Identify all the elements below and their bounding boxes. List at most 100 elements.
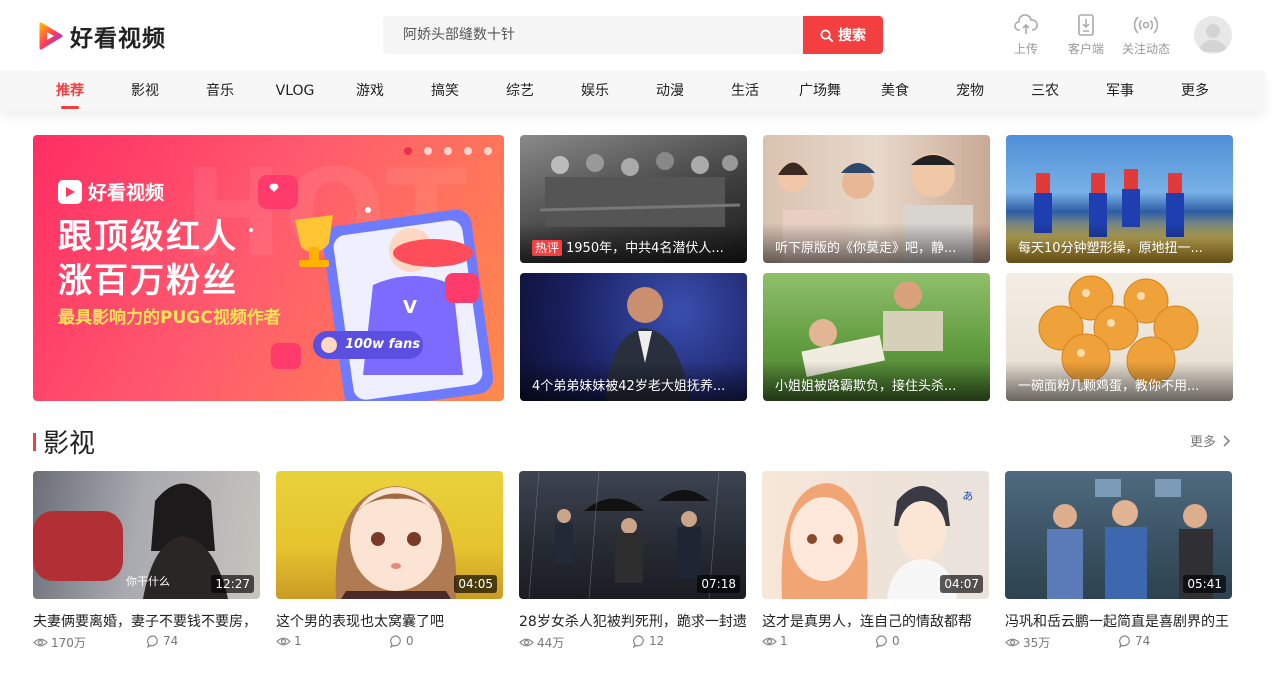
nav-item-entertainment[interactable]: 娱乐 xyxy=(565,71,625,111)
comment-count: 0 xyxy=(390,634,414,648)
nav-item-more[interactable]: 更多 xyxy=(1165,71,1225,111)
video-title[interactable]: 这个男的表现也太窝囊了吧 xyxy=(276,611,503,631)
featured-video-card[interactable]: 听下原版的《你莫走》吧，静... xyxy=(763,135,990,263)
video-title[interactable]: 28岁女杀人犯被判死刑，跪求一封遗 xyxy=(519,611,746,631)
duration-badge: 04:07 xyxy=(940,575,983,593)
featured-title: 4个弟弟妹妹被42岁老大姐抚养... xyxy=(532,379,726,394)
view-count: 1 xyxy=(276,634,302,648)
upload-label: 上传 xyxy=(1013,42,1038,56)
view-count-value: 1 xyxy=(294,634,302,648)
featured-video-card[interactable]: 一碗面粉几颗鸡蛋，教你不用... xyxy=(1006,273,1233,401)
default-user-icon xyxy=(1199,24,1227,52)
view-count-value: 1 xyxy=(780,634,788,648)
search-input[interactable] xyxy=(383,16,803,54)
banner-headline: 跟顶级红人 涨百万粉丝 xyxy=(58,215,238,303)
comment-count: 0 xyxy=(876,634,900,648)
featured-caption: 4个弟弟妹妹被42岁老大姐抚养... xyxy=(520,361,747,401)
comment-icon xyxy=(1119,634,1130,648)
nav-item-pets[interactable]: 宠物 xyxy=(940,71,1000,111)
client-label: 客户端 xyxy=(1067,42,1104,56)
view-count: 170万 xyxy=(33,634,86,651)
video-card[interactable]: 你干什么 12:27 夫妻俩要离婚，妻子不要钱不要房， 170万 74 xyxy=(33,471,260,652)
duration-badge: 04:05 xyxy=(454,575,497,593)
logo-text: 好看视频 xyxy=(70,26,166,52)
banner-headline-line-2: 涨百万粉丝 xyxy=(58,261,238,301)
nav-item-vlog[interactable]: VLOG xyxy=(265,71,325,111)
featured-title: 每天10分钟塑形操，原地扭一... xyxy=(1018,241,1203,256)
featured-video-card[interactable]: 小姐姐被路霸欺负，接住头杀... xyxy=(763,273,990,401)
featured-video-card[interactable]: 4个弟弟妹妹被42岁老大姐抚养... xyxy=(520,273,747,401)
comment-icon xyxy=(633,634,644,648)
upload-button[interactable]: 上传 xyxy=(996,14,1056,57)
nav-item-food[interactable]: 美食 xyxy=(865,71,925,111)
video-thumbnail[interactable]: 04:05 xyxy=(276,471,503,599)
search-bar: 搜索 xyxy=(383,16,883,54)
video-card[interactable]: 05:41 冯巩和岳云鹏一起简直是喜剧界的王 35万 74 xyxy=(1005,471,1232,652)
nav-item-variety[interactable]: 综艺 xyxy=(490,71,550,111)
chevron-right-icon xyxy=(1223,435,1231,447)
video-card[interactable]: 04:05 这个男的表现也太窝囊了吧 1 0 xyxy=(276,471,503,652)
promo-banner[interactable]: HOT V 好看视频 跟顶级红人 涨百万粉丝 最具影响力的PUGC视频作者 10… xyxy=(33,135,504,401)
nav-item-square-dance[interactable]: 广场舞 xyxy=(790,71,850,111)
search-button[interactable]: 搜索 xyxy=(803,16,883,54)
video-subtitle: 你干什么 xyxy=(126,575,170,588)
top-header: 好看视频 搜索 上传 客户端 关注动态 xyxy=(0,0,1282,70)
nav-item-funny[interactable]: 搞笑 xyxy=(415,71,475,111)
play-logo-icon xyxy=(58,179,82,204)
nav-item-music[interactable]: 音乐 xyxy=(190,71,250,111)
search-button-label: 搜索 xyxy=(838,28,866,44)
nav-item-life[interactable]: 生活 xyxy=(715,71,775,111)
comment-count-value: 74 xyxy=(1135,634,1151,648)
video-title[interactable]: 冯巩和岳云鹏一起简直是喜剧界的王 xyxy=(1005,611,1232,631)
broadcast-icon xyxy=(1134,16,1158,34)
video-thumbnail[interactable]: あ 04:07 xyxy=(762,471,989,599)
featured-video-card[interactable]: 每天10分钟塑形操，原地扭一... xyxy=(1006,135,1233,263)
comment-count-value: 12 xyxy=(649,634,665,648)
video-title[interactable]: 夫妻俩要离婚，妻子不要钱不要房， xyxy=(33,611,260,631)
eye-icon xyxy=(762,637,777,645)
view-count-value: 44万 xyxy=(537,636,565,650)
featured-video-card[interactable]: 热评 1950年，中共4名潜伏人... xyxy=(520,135,747,263)
carousel-dot[interactable] xyxy=(444,147,452,155)
duration-badge: 07:18 xyxy=(697,575,740,593)
video-title[interactable]: 这才是真男人，连自己的情敌都帮 xyxy=(762,611,989,631)
carousel-dot[interactable] xyxy=(404,147,412,155)
section-title: 影视 xyxy=(43,429,96,459)
mobile-client-icon xyxy=(1078,14,1094,36)
nav-item-military[interactable]: 军事 xyxy=(1090,71,1150,111)
more-link[interactable]: 更多 xyxy=(1190,431,1231,450)
hot-comment-badge: 热评 xyxy=(532,240,563,256)
nav-item-recommend[interactable]: 推荐 xyxy=(40,71,100,111)
video-thumbnail[interactable]: 你干什么 12:27 xyxy=(33,471,260,599)
nav-item-games[interactable]: 游戏 xyxy=(340,71,400,111)
carousel-dot[interactable] xyxy=(484,147,492,155)
featured-caption: 一碗面粉几颗鸡蛋，教你不用... xyxy=(1006,361,1233,401)
video-thumbnail[interactable]: 05:41 xyxy=(1005,471,1232,599)
carousel-dot[interactable] xyxy=(464,147,472,155)
carousel-dot[interactable] xyxy=(424,147,432,155)
nav-item-rural[interactable]: 三农 xyxy=(1015,71,1075,111)
section-header-film: 影视 xyxy=(33,423,95,460)
featured-title: 一碗面粉几颗鸡蛋，教你不用... xyxy=(1018,379,1200,394)
video-thumbnail[interactable]: 07:18 xyxy=(519,471,746,599)
follow-feed-button[interactable]: 关注动态 xyxy=(1116,14,1176,57)
video-card[interactable]: あ 04:07 这才是真男人，连自己的情敌都帮 1 0 xyxy=(762,471,989,652)
featured-caption: 每天10分钟塑形操，原地扭一... xyxy=(1006,223,1233,263)
site-logo[interactable]: 好看视频 xyxy=(38,20,166,52)
svg-text:V: V xyxy=(403,297,417,318)
fans-badge-text: 100w fans xyxy=(345,337,421,352)
view-count: 35万 xyxy=(1005,634,1050,651)
video-stats: 44万 12 xyxy=(519,634,746,652)
video-card[interactable]: 07:18 28岁女杀人犯被判死刑，跪求一封遗 44万 12 xyxy=(519,471,746,652)
banner-logo-text: 好看视频 xyxy=(88,182,165,204)
video-stats: 1 0 xyxy=(762,634,989,652)
client-download-button[interactable]: 客户端 xyxy=(1056,14,1116,57)
eye-icon xyxy=(1005,638,1020,647)
comment-count-value: 74 xyxy=(163,634,179,648)
featured-title: 听下原版的《你莫走》吧，静... xyxy=(775,241,957,256)
comment-count-value: 0 xyxy=(406,634,414,648)
follow-label: 关注动态 xyxy=(1121,42,1170,56)
nav-item-anime[interactable]: 动漫 xyxy=(640,71,700,111)
nav-item-film[interactable]: 影视 xyxy=(115,71,175,111)
avatar[interactable] xyxy=(1194,16,1232,54)
